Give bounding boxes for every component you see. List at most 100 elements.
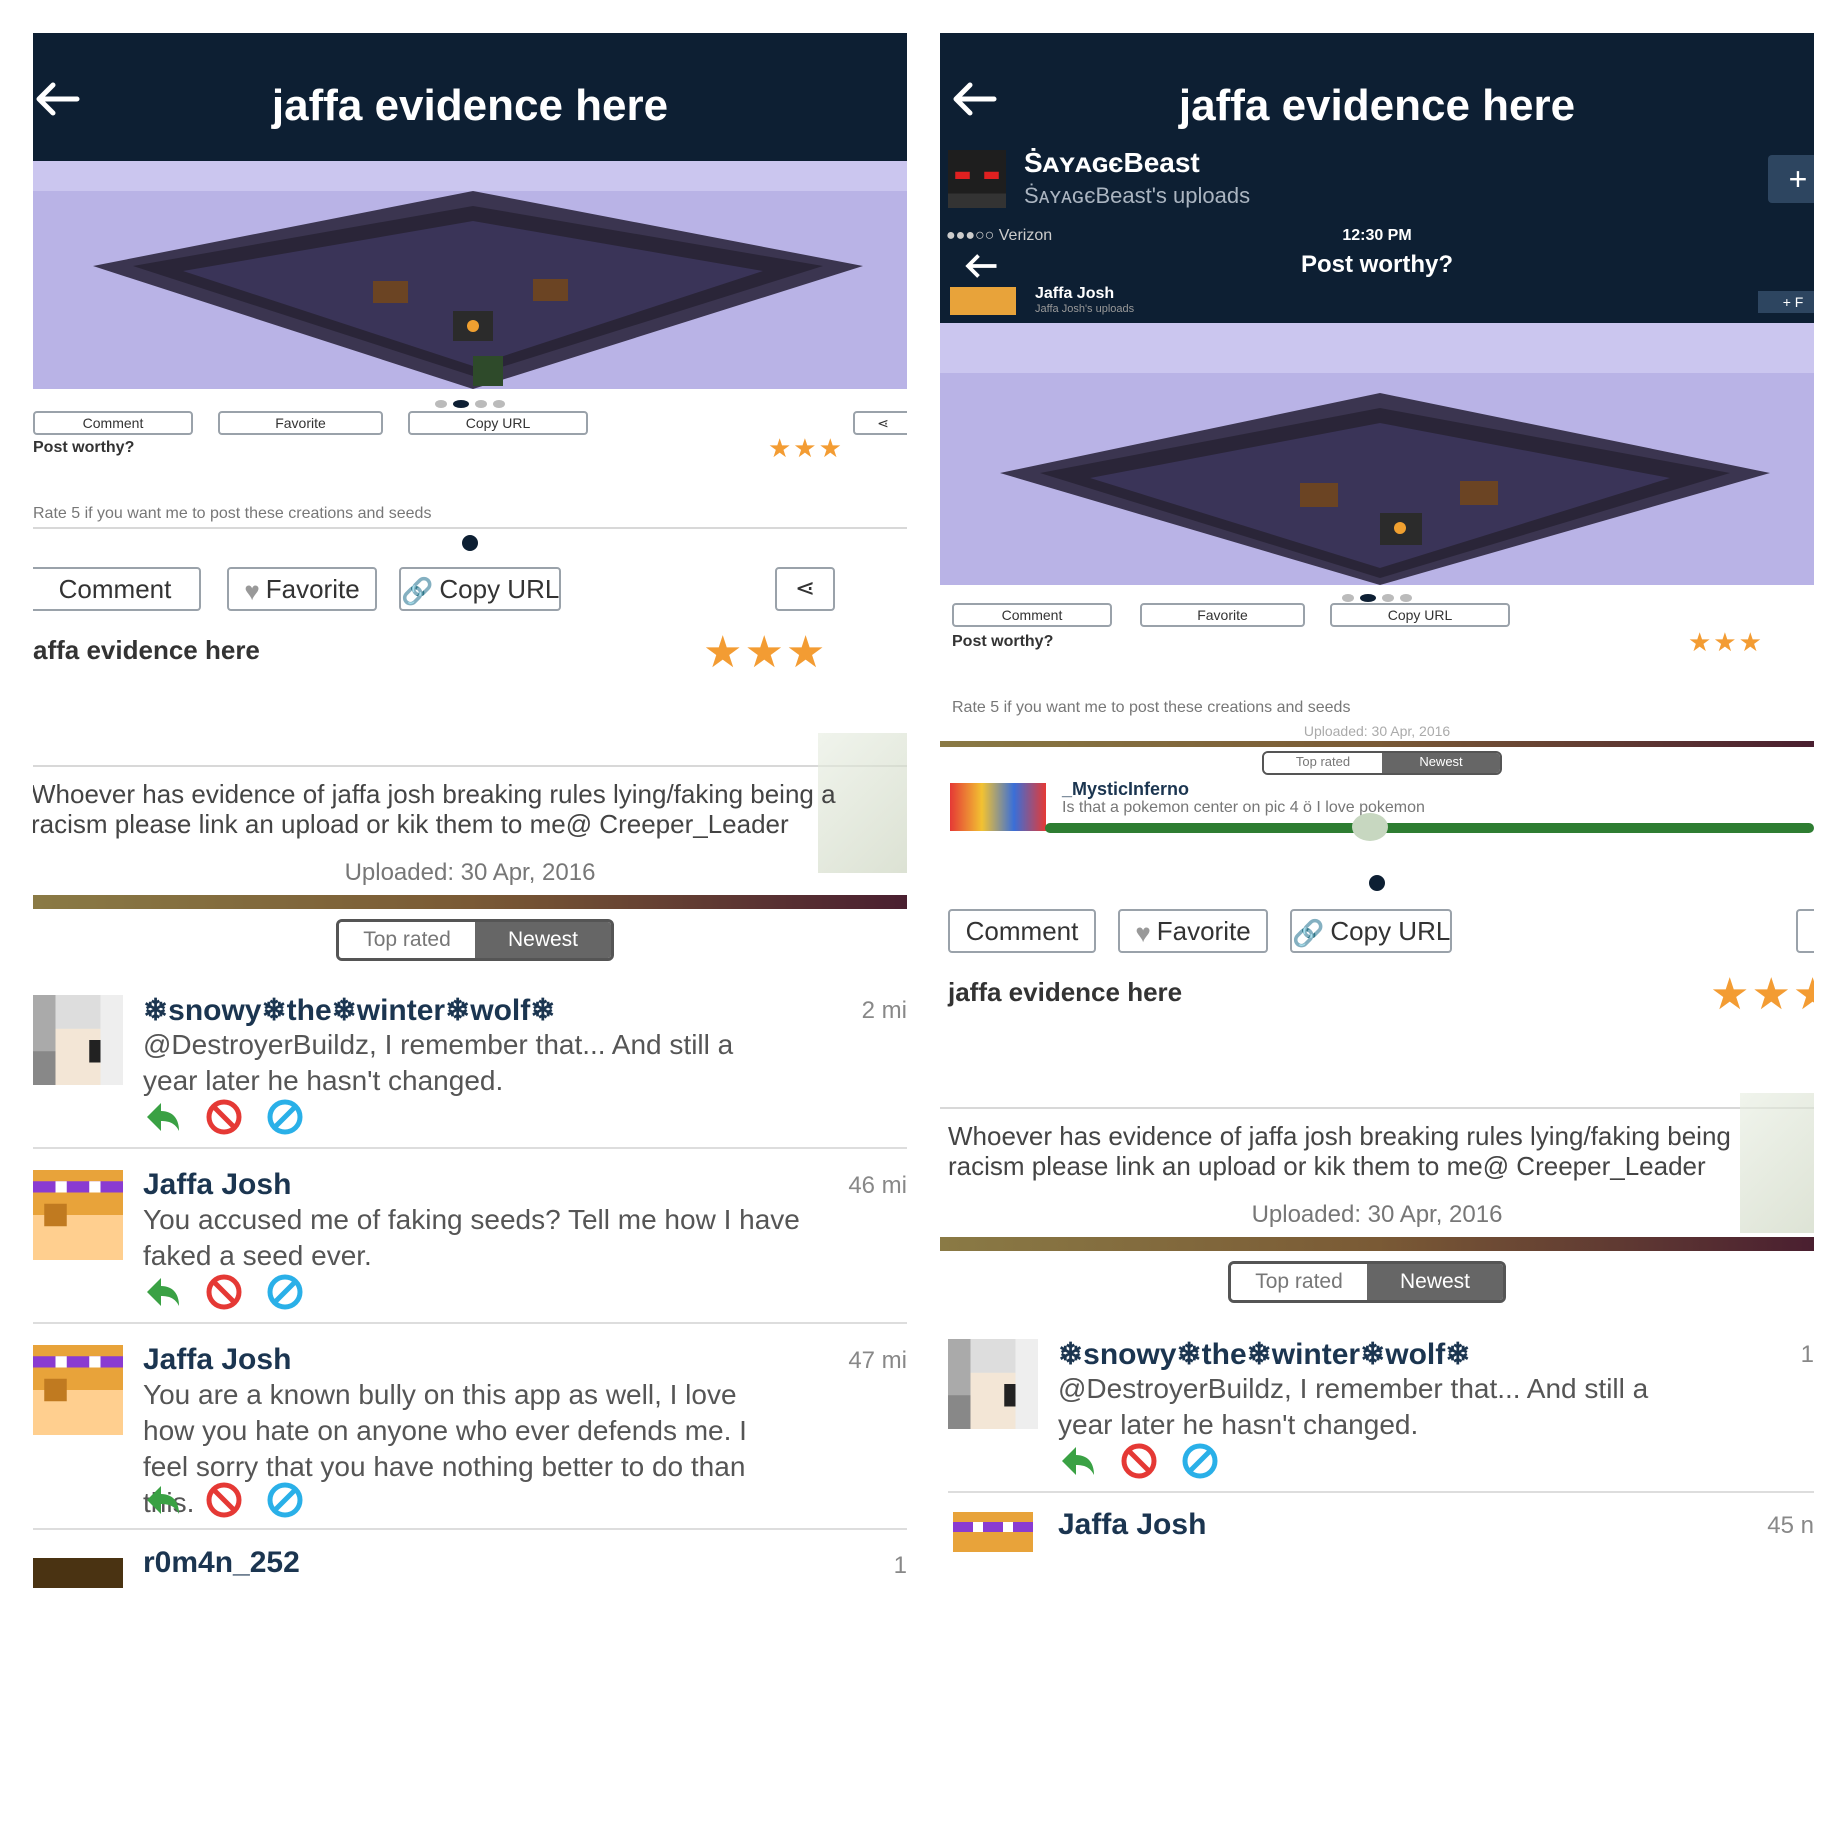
- embedded-favorite-button: Favorite: [1140, 603, 1305, 627]
- block-icon[interactable]: [266, 1481, 304, 1524]
- comment-label: Comment: [58, 574, 172, 604]
- embedded-comment-button: Comment: [952, 603, 1112, 627]
- heart-icon: ♥: [1135, 918, 1151, 949]
- comment-author[interactable]: Jaffa Josh: [1058, 1508, 1206, 1542]
- favorite-button[interactable]: ♥ Favorite: [227, 567, 377, 611]
- upload-date: Uploaded: 30 Apr, 2016: [344, 859, 596, 886]
- report-icon[interactable]: [205, 1273, 243, 1316]
- block-icon[interactable]: [1181, 1442, 1219, 1485]
- embedded-comment-button: Comment: [33, 411, 193, 435]
- favorite-button[interactable]: ♥ Favorite: [1118, 909, 1268, 953]
- avatar[interactable]: [948, 1339, 1038, 1429]
- page-indicator[interactable]: [33, 535, 907, 556]
- embedded-scrollbar: [1045, 823, 1814, 833]
- embedded-avatar: [950, 287, 1016, 315]
- nav-bar: jaffa evidence here: [33, 33, 907, 161]
- post-title: affa evidence here: [33, 635, 260, 665]
- favorite-label: Favorite: [265, 574, 360, 604]
- uploader-avatar[interactable]: [948, 149, 1006, 209]
- uploader-subtitle: ṠᴀʏᴀɢєBeast's uploads: [1024, 183, 1251, 208]
- embedded-rating-stars: ★★★: [1688, 627, 1764, 657]
- copy-url-button[interactable]: 🔗 Copy URL: [399, 567, 561, 611]
- reply-icon[interactable]: [1058, 1443, 1098, 1484]
- comment-actions: [143, 1098, 322, 1141]
- share-button[interactable]: [1796, 909, 1814, 953]
- comment-actions: [143, 1273, 322, 1316]
- block-icon[interactable]: [266, 1273, 304, 1316]
- avatar[interactable]: [33, 1345, 123, 1435]
- heart-icon: ♥: [244, 576, 260, 607]
- upload-date: Uploaded: 30 Apr, 2016: [1251, 1201, 1503, 1228]
- comment-author[interactable]: ❄snowy❄the❄winter❄wolf❄: [1058, 1337, 1470, 1372]
- embedded-favorite-button: Favorite: [218, 411, 383, 435]
- block-icon[interactable]: [266, 1098, 304, 1141]
- copy-url-button[interactable]: 🔗 Copy URL: [1290, 909, 1452, 953]
- embedded-tab-new: Newest: [1382, 753, 1500, 773]
- comment-time: 47 mi: [848, 1347, 907, 1374]
- embedded-uploader-sub: Jaffa Josh's uploads: [1035, 303, 1135, 315]
- rating-stars[interactable]: ★★★: [703, 627, 827, 678]
- comment-button[interactable]: Comment: [948, 909, 1096, 953]
- embedded-sort-toggle: Top rated Newest: [1262, 751, 1502, 775]
- report-icon[interactable]: [205, 1481, 243, 1524]
- embedded-copy-url-button: Copy URL: [408, 411, 588, 435]
- divider: [940, 1107, 1814, 1109]
- embedded-uploader-name: Jaffa Josh: [1035, 285, 1115, 302]
- left-screenshot: jaffa evidence here Comment Favorite Cop…: [33, 33, 907, 1805]
- uploader-name[interactable]: ṠᴀʏᴀɢєBeast: [1024, 147, 1200, 179]
- embedded-comment-name: _MysticInferno: [1062, 779, 1190, 799]
- page-indicator[interactable]: [940, 875, 1814, 896]
- post-title: jaffa evidence here: [948, 977, 1183, 1007]
- comment-separator: [33, 1147, 907, 1149]
- tab-newest[interactable]: Newest: [1367, 1264, 1503, 1300]
- post-image[interactable]: [940, 323, 1814, 585]
- reply-icon[interactable]: [143, 1099, 183, 1140]
- description-line-1: Whoever has evidence of jaffa josh break…: [948, 1121, 1731, 1151]
- comment-label: Comment: [965, 916, 1079, 946]
- comment-separator: [33, 1322, 907, 1324]
- tab-top-rated[interactable]: Top rated: [1231, 1264, 1367, 1300]
- reply-icon[interactable]: [143, 1482, 183, 1523]
- comment-author[interactable]: Jaffa Josh: [143, 1343, 291, 1377]
- embedded-header: ●●●○○ Verizon 12:30 PM Post worthy? Jaff…: [940, 223, 1814, 323]
- embedded-comment-avatar: [950, 783, 1046, 831]
- favorite-label: Favorite: [1156, 916, 1251, 946]
- post-image[interactable]: [33, 161, 907, 389]
- reply-icon[interactable]: [143, 1274, 183, 1315]
- avatar[interactable]: [33, 995, 123, 1085]
- description-line-2: racism please link an upload or kik them…: [33, 809, 789, 839]
- comment-actions: [143, 1481, 322, 1524]
- comment-separator: [948, 1491, 1814, 1493]
- divider: [33, 765, 907, 767]
- avatar[interactable]: [948, 1512, 1038, 1552]
- comment-author[interactable]: ❄snowy❄the❄winter❄wolf❄: [143, 993, 555, 1028]
- embedded-description: Rate 5 if you want me to post these crea…: [952, 699, 1351, 716]
- avatar[interactable]: [33, 1170, 123, 1260]
- comment-author[interactable]: Jaffa Josh: [143, 1168, 291, 1202]
- comment-time: 46 mi: [848, 1172, 907, 1199]
- report-icon[interactable]: [1120, 1442, 1158, 1485]
- page-title: jaffa evidence here: [271, 81, 669, 130]
- tab-top-rated[interactable]: Top rated: [339, 922, 475, 958]
- right-screenshot: jaffa evidence here ṠᴀʏᴀɢєBeast ṠᴀʏᴀɢєBe…: [940, 33, 1814, 1805]
- comment-sort-toggle: Top rated Newest: [1228, 1261, 1506, 1303]
- comment-button[interactable]: Comment: [33, 567, 201, 611]
- comment-text: @DestroyerBuildz, I remember that... And…: [1058, 1373, 1649, 1440]
- color-bar: [33, 895, 907, 909]
- embedded-divider: [33, 527, 907, 529]
- comment-text: You accused me of faking seeds? Tell me …: [143, 1204, 800, 1271]
- share-button[interactable]: ⋖: [775, 567, 835, 611]
- minecraft-image: [940, 323, 1814, 585]
- comment-sort-toggle: Top rated Newest: [336, 919, 614, 961]
- comment-author[interactable]: r0m4n_252: [143, 1546, 300, 1580]
- comment-time: 1: [893, 1552, 907, 1579]
- embedded-upload-date: Uploaded: 30 Apr, 2016: [1303, 723, 1451, 739]
- tab-newest[interactable]: Newest: [475, 922, 611, 958]
- report-icon[interactable]: [205, 1098, 243, 1141]
- avatar[interactable]: [33, 1558, 123, 1588]
- follow-button[interactable]: +: [1768, 155, 1814, 203]
- comment-time: 1: [1800, 1341, 1814, 1368]
- rating-stars[interactable]: ★★★: [1710, 969, 1814, 1020]
- embedded-rating-stars: ★★★: [768, 433, 844, 463]
- comment-text: @DestroyerBuildz, I remember that... And…: [143, 1029, 734, 1096]
